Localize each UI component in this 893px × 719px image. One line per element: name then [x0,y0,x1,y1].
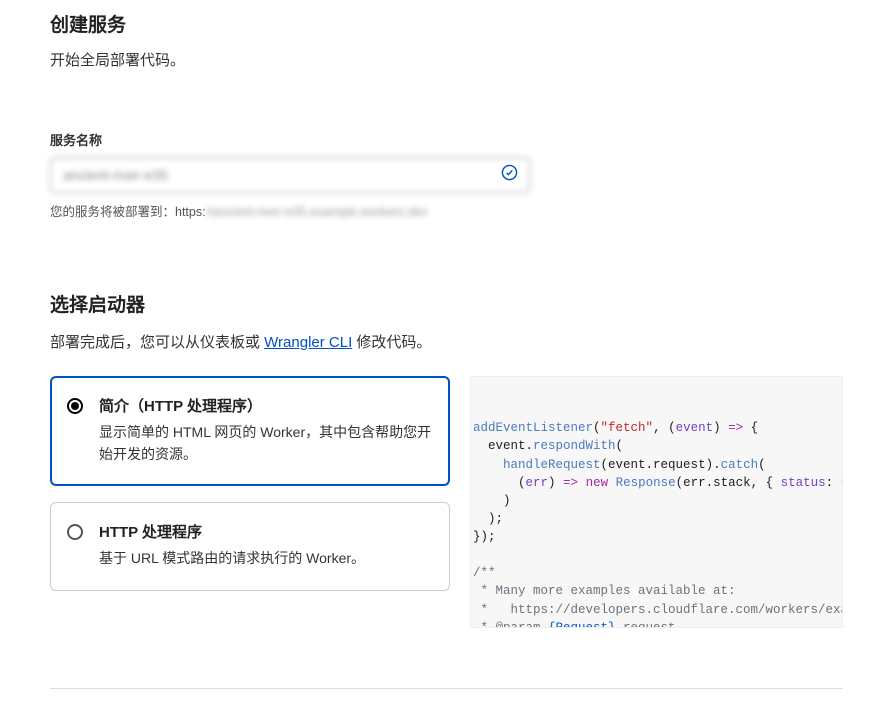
starter-options: 简介（HTTP 处理程序） 显示简单的 HTML 网页的 Worker，其中包含… [50,376,450,607]
helper-prefix: 您的服务将被部署到：https: [50,205,206,219]
page-title: 创建服务 [50,10,843,37]
option-desc: 基于 URL 模式路由的请求执行的 Worker。 [99,548,365,570]
starter-option-intro[interactable]: 简介（HTTP 处理程序） 显示简单的 HTML 网页的 Worker，其中包含… [50,376,450,486]
service-name-helper: 您的服务将被部署到：https://ancient-river-e35.exam… [50,201,843,220]
wrangler-cli-link[interactable]: Wrangler CLI [264,334,352,351]
divider [50,688,843,689]
starter-option-http[interactable]: HTTP 处理程序 基于 URL 模式路由的请求执行的 Worker。 [50,502,450,591]
starter-subtitle: 部署完成后，您可以从仪表板或 Wrangler CLI 修改代码。 [50,331,843,352]
option-desc: 显示简单的 HTML 网页的 Worker，其中包含帮助您开始开发的资源。 [99,422,433,465]
helper-url: //ancient-river-e35.example.workers.dev [206,205,428,219]
service-name-input[interactable] [50,157,530,193]
page-subtitle: 开始全局部署代码。 [50,49,843,70]
check-circle-icon [501,164,518,186]
starter-subtitle-after: 修改代码。 [352,334,431,351]
starter-subtitle-before: 部署完成后，您可以从仪表板或 [50,334,264,351]
service-name-input-wrap [50,157,530,193]
option-title: 简介（HTTP 处理程序） [99,395,433,416]
starter-title: 选择启动器 [50,290,843,317]
service-name-label: 服务名称 [50,130,843,149]
code-preview[interactable]: addEventListener("fetch", (event) => { e… [470,376,843,628]
radio-icon [67,524,83,540]
option-title: HTTP 处理程序 [99,521,365,542]
radio-icon [67,398,83,414]
